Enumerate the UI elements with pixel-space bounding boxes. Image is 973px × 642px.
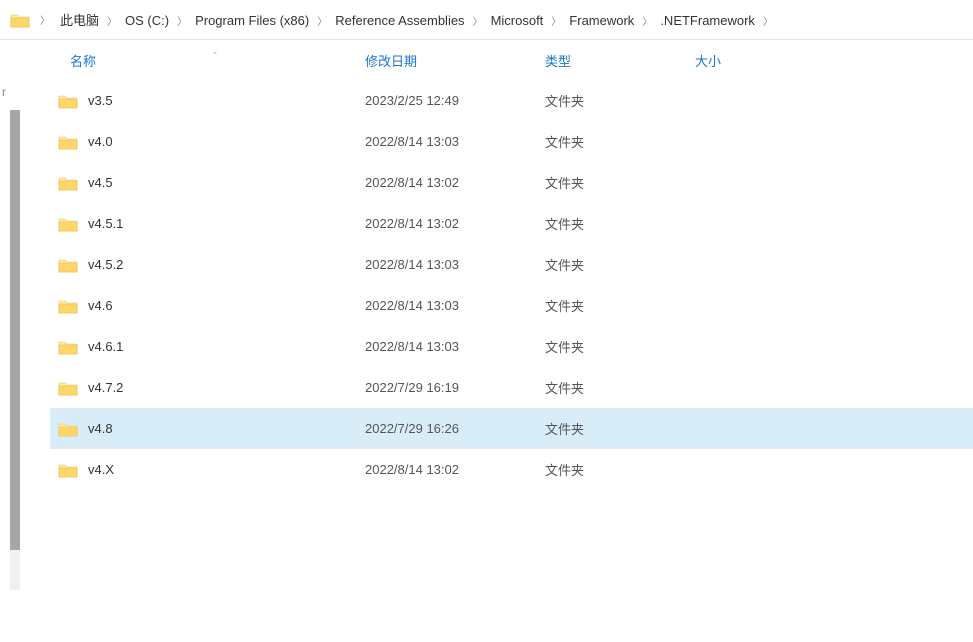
file-name: v4.8 bbox=[88, 421, 113, 436]
column-header-date[interactable]: 修改日期 bbox=[365, 51, 545, 70]
file-name: v3.5 bbox=[88, 93, 113, 108]
file-name: v4.X bbox=[88, 462, 114, 477]
cell-date: 2022/8/14 13:03 bbox=[365, 134, 545, 149]
cell-date: 2022/7/29 16:26 bbox=[365, 421, 545, 436]
folder-icon bbox=[58, 380, 78, 396]
table-row[interactable]: v4.6 2022/8/14 13:03文件夹 bbox=[50, 285, 973, 326]
cell-date: 2022/8/14 13:03 bbox=[365, 298, 545, 313]
table-row[interactable]: v4.7.2 2022/7/29 16:19文件夹 bbox=[50, 367, 973, 408]
nav-scrollbar-thumb[interactable] bbox=[10, 110, 20, 550]
chevron-right-icon[interactable]: 〉 bbox=[638, 17, 656, 28]
cell-type: 文件夹 bbox=[545, 337, 695, 356]
table-row[interactable]: v4.5 2022/8/14 13:02文件夹 bbox=[50, 162, 973, 203]
truncated-text: r bbox=[2, 85, 6, 99]
folder-icon bbox=[58, 134, 78, 150]
cell-name: v4.X bbox=[50, 462, 365, 478]
table-row[interactable]: v4.0 2022/8/14 13:03文件夹 bbox=[50, 121, 973, 162]
breadcrumb-item[interactable]: OS (C:) bbox=[121, 11, 173, 30]
cell-date: 2022/8/14 13:03 bbox=[365, 257, 545, 272]
chevron-right-icon[interactable]: 〉 bbox=[759, 17, 777, 28]
cell-name: v4.5 bbox=[50, 175, 365, 191]
chevron-right-icon[interactable]: 〉 bbox=[36, 12, 54, 27]
cell-type: 文件夹 bbox=[545, 132, 695, 151]
folder-icon bbox=[58, 462, 78, 478]
file-list: ＾ 名称 修改日期 类型 大小 v3.52023/2/25 12:49文件夹v4… bbox=[20, 40, 973, 642]
cell-type: 文件夹 bbox=[545, 419, 695, 438]
cell-type: 文件夹 bbox=[545, 378, 695, 397]
column-headers: ＾ 名称 修改日期 类型 大小 bbox=[50, 40, 973, 80]
breadcrumb-item[interactable]: Framework bbox=[565, 11, 638, 30]
breadcrumb-item[interactable]: Microsoft bbox=[487, 11, 548, 30]
table-row[interactable]: v4.8 2022/7/29 16:26文件夹 bbox=[50, 408, 973, 449]
column-header-name[interactable]: 名称 bbox=[50, 51, 365, 70]
chevron-right-icon[interactable]: 〉 bbox=[173, 17, 191, 28]
chevron-right-icon[interactable]: 〉 bbox=[469, 17, 487, 28]
sort-indicator-icon: ＾ bbox=[210, 50, 220, 65]
column-header-type[interactable]: 类型 bbox=[545, 51, 695, 70]
cell-type: 文件夹 bbox=[545, 214, 695, 233]
folder-icon bbox=[58, 421, 78, 437]
cell-date: 2023/2/25 12:49 bbox=[365, 93, 545, 108]
file-name: v4.0 bbox=[88, 134, 113, 149]
cell-date: 2022/8/14 13:03 bbox=[365, 339, 545, 354]
chevron-right-icon[interactable]: 〉 bbox=[103, 17, 121, 28]
file-name: v4.5.1 bbox=[88, 216, 123, 231]
cell-name: v3.5 bbox=[50, 93, 365, 109]
cell-type: 文件夹 bbox=[545, 91, 695, 110]
breadcrumb-item[interactable]: Reference Assemblies bbox=[331, 11, 468, 30]
table-row[interactable]: v4.6.1 2022/8/14 13:03文件夹 bbox=[50, 326, 973, 367]
table-row[interactable]: v4.X 2022/8/14 13:02文件夹 bbox=[50, 449, 973, 490]
breadcrumb-item[interactable]: .NETFramework bbox=[656, 11, 759, 30]
folder-icon bbox=[58, 216, 78, 232]
cell-date: 2022/7/29 16:19 bbox=[365, 380, 545, 395]
breadcrumb-item[interactable]: 此电脑 bbox=[56, 11, 103, 30]
column-header-size[interactable]: 大小 bbox=[695, 51, 795, 70]
chevron-right-icon[interactable]: 〉 bbox=[313, 17, 331, 28]
cell-type: 文件夹 bbox=[545, 296, 695, 315]
cell-name: v4.7.2 bbox=[50, 380, 365, 396]
cell-date: 2022/8/14 13:02 bbox=[365, 216, 545, 231]
table-row[interactable]: v4.5.1 2022/8/14 13:02文件夹 bbox=[50, 203, 973, 244]
file-name: v4.5 bbox=[88, 175, 113, 190]
cell-name: v4.0 bbox=[50, 134, 365, 150]
cell-name: v4.5.2 bbox=[50, 257, 365, 273]
folder-icon bbox=[58, 175, 78, 191]
table-row[interactable]: v4.5.2 2022/8/14 13:03文件夹 bbox=[50, 244, 973, 285]
table-row[interactable]: v3.5 2023/2/25 12:49文件夹 bbox=[50, 80, 973, 121]
cell-name: v4.6.1 bbox=[50, 339, 365, 355]
folder-icon bbox=[58, 257, 78, 273]
cell-type: 文件夹 bbox=[545, 460, 695, 479]
file-name: v4.6 bbox=[88, 298, 113, 313]
file-name: v4.6.1 bbox=[88, 339, 123, 354]
nav-pane-edge: r bbox=[0, 40, 20, 642]
folder-icon bbox=[10, 12, 30, 28]
cell-name: v4.6 bbox=[50, 298, 365, 314]
chevron-right-icon[interactable]: 〉 bbox=[547, 17, 565, 28]
cell-date: 2022/8/14 13:02 bbox=[365, 175, 545, 190]
folder-icon bbox=[58, 93, 78, 109]
file-name: v4.7.2 bbox=[88, 380, 123, 395]
cell-name: v4.8 bbox=[50, 421, 365, 437]
folder-icon bbox=[58, 339, 78, 355]
cell-type: 文件夹 bbox=[545, 255, 695, 274]
breadcrumb-item[interactable]: Program Files (x86) bbox=[191, 11, 313, 30]
breadcrumb-bar: 〉 此电脑〉OS (C:)〉Program Files (x86)〉Refere… bbox=[0, 0, 973, 40]
folder-icon bbox=[58, 298, 78, 314]
file-name: v4.5.2 bbox=[88, 257, 123, 272]
cell-type: 文件夹 bbox=[545, 173, 695, 192]
cell-date: 2022/8/14 13:02 bbox=[365, 462, 545, 477]
cell-name: v4.5.1 bbox=[50, 216, 365, 232]
